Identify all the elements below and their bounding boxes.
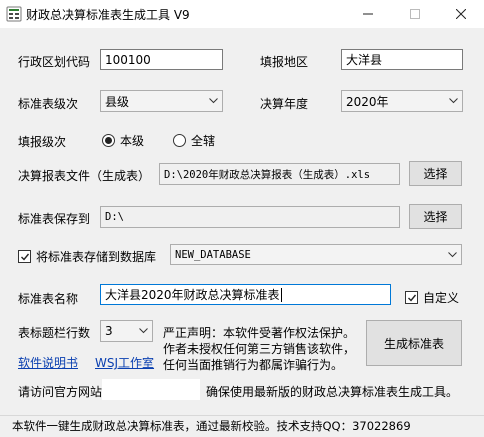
radio-all-level[interactable]: 全辖 xyxy=(173,132,215,149)
custom-name-checkbox[interactable]: 自定义 xyxy=(405,289,459,306)
minimize-icon xyxy=(363,13,373,15)
radio-this-level[interactable]: 本级 xyxy=(102,132,144,149)
report-file-input[interactable]: D:\2020年财政总决算报表（生成表）.xls xyxy=(159,163,400,185)
chevron-down-icon xyxy=(209,98,218,104)
region-name-input[interactable]: 大洋县 xyxy=(341,49,463,70)
visit-suffix: 确保使用最新版的财政总决算标准表生成工具。 xyxy=(206,385,459,399)
table-name-label: 标准表名称 xyxy=(18,292,79,306)
generate-button[interactable]: 生成标准表 xyxy=(366,320,462,366)
checkbox-checked-icon xyxy=(18,250,31,263)
radio-selected-icon xyxy=(102,134,115,147)
header-rows-select[interactable]: 3 xyxy=(100,320,153,342)
database-select[interactable]: NEW_DATABASE xyxy=(170,244,462,265)
year-select[interactable]: 2020年 xyxy=(341,90,463,112)
std-level-select[interactable]: 县级 xyxy=(100,90,223,112)
region-name-label: 填报地区 xyxy=(260,55,309,69)
table-name-input[interactable]: 大洋县2020年财政总决算标准表 xyxy=(100,284,391,305)
radio-this-level-label: 本级 xyxy=(120,134,145,148)
region-code-input[interactable]: 100100 xyxy=(100,49,223,70)
window-title: 财政总决算标准表生成工具 V9 xyxy=(26,8,190,22)
save-db-label: 将标准表存储到数据库 xyxy=(36,250,157,264)
text-cursor xyxy=(280,287,282,302)
status-text: 本软件一键生成财政总决算标准表，通过最新校验。技术支持QQ：37022869 xyxy=(12,419,411,433)
studio-link[interactable]: WSJ工作室 xyxy=(95,354,154,371)
chevron-down-icon xyxy=(448,251,457,257)
choose-save-dir-button[interactable]: 选择 xyxy=(409,204,462,229)
year-label: 决算年度 xyxy=(260,97,309,111)
fill-level-label: 填报级次 xyxy=(18,135,67,149)
notice-line-2: 作者未授权任何第三方销售该软件， xyxy=(163,342,356,356)
notice-line-1: 严正声明：本软件受著作权法保护。 xyxy=(163,326,356,340)
save-to-value: D:\ xyxy=(105,211,124,223)
region-code-value: 100100 xyxy=(105,52,151,67)
chevron-down-icon xyxy=(449,98,458,104)
custom-name-label: 自定义 xyxy=(423,291,460,305)
std-level-label: 标准表级次 xyxy=(18,97,79,111)
website-field[interactable] xyxy=(102,379,200,400)
close-icon xyxy=(456,9,466,19)
header-rows-label: 表标题栏行数 xyxy=(18,326,91,340)
header-rows-value: 3 xyxy=(105,324,113,338)
database-value: NEW_DATABASE xyxy=(175,248,251,261)
minimize-button[interactable] xyxy=(345,0,391,28)
save-to-label: 标准表保存到 xyxy=(18,212,91,226)
year-value: 2020年 xyxy=(346,94,389,109)
save-to-input[interactable]: D:\ xyxy=(100,206,400,228)
visit-prefix: 请访问官方网站 xyxy=(18,385,103,399)
region-name-value: 大洋县 xyxy=(346,53,383,67)
radio-all-level-label: 全辖 xyxy=(191,134,216,148)
notice-line-3: 任何当面推销行为都属诈骗行为。 xyxy=(163,358,344,372)
close-button[interactable] xyxy=(438,0,484,28)
radio-unselected-icon xyxy=(173,134,186,147)
manual-link[interactable]: 软件说明书 xyxy=(18,354,78,371)
chevron-down-icon xyxy=(139,328,148,334)
app-icon xyxy=(6,6,22,22)
choose-report-file-button[interactable]: 选择 xyxy=(409,161,462,186)
report-file-value: D:\2020年财政总决算报表（生成表）.xls xyxy=(164,168,371,181)
maximize-icon xyxy=(410,9,420,19)
save-db-checkbox[interactable]: 将标准表存储到数据库 xyxy=(18,248,156,265)
report-file-label: 决算报表文件（生成表） xyxy=(18,169,151,183)
checkbox-checked-icon xyxy=(405,291,418,304)
std-level-value: 县级 xyxy=(105,94,130,109)
maximize-button[interactable] xyxy=(392,0,438,28)
region-code-label: 行政区划代码 xyxy=(18,55,91,69)
table-name-value: 大洋县2020年财政总决算标准表 xyxy=(105,288,280,302)
